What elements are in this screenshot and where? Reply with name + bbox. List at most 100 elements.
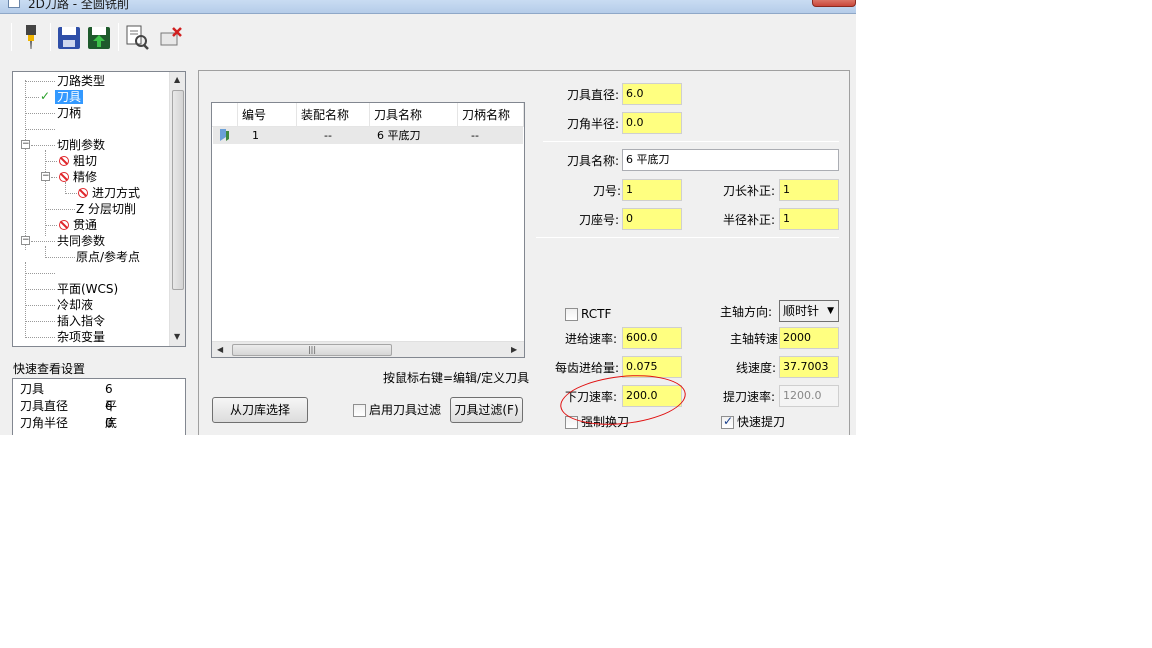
tree-item-holder[interactable]: 刀柄 — [57, 105, 81, 121]
select-from-library-button[interactable]: 从刀库选择 — [212, 397, 308, 423]
tool-name-label: 刀具名称: — [567, 154, 620, 168]
scroll-left-icon[interactable]: ◀ — [217, 345, 223, 354]
feed-rate-field[interactable]: 600.0 — [622, 327, 682, 349]
tree-item-rough[interactable]: 粗切 — [59, 153, 97, 169]
tree-guide-line — [45, 225, 57, 226]
spindle-direction-select[interactable]: 顺时针 ▼ — [779, 300, 839, 322]
scroll-up-icon[interactable]: ▲ — [174, 75, 180, 84]
tool-number-field[interactable]: 1 — [622, 179, 682, 201]
tree-item-insert-command[interactable]: 插入指令 — [57, 313, 105, 329]
tree-guide-line — [25, 81, 55, 82]
diameter-label: 刀具直径: — [567, 88, 620, 102]
tree-item-plane[interactable]: 平面(WCS) — [57, 281, 118, 297]
tree-item-misc-variables[interactable]: 杂项变量 — [57, 329, 105, 345]
tree-item-label: 粗切 — [73, 154, 98, 168]
dialog-window: 2D刀路 - 全圆铣削 刀路类型 ✓ 刀具 刀柄 − 切削参数 粗切 − 精修 … — [0, 0, 856, 435]
spindle-direction-value: 顺时针 — [783, 304, 820, 318]
collapse-toggle[interactable]: − — [21, 140, 30, 149]
surface-speed-field[interactable]: 37.7003 — [779, 356, 839, 378]
quick-view-key: 刀角半径 — [20, 416, 69, 430]
tree-item-label: 贯通 — [73, 218, 98, 232]
tree-guide-line — [51, 177, 57, 178]
feed-rate-label: 进给速率: — [565, 332, 618, 346]
tree-item-origin[interactable]: 原点/参考点 — [76, 249, 140, 265]
tree-guide-line — [25, 321, 55, 322]
tree-guide-line — [31, 241, 55, 242]
radius-offset-field[interactable]: 1 — [779, 208, 839, 230]
tree-guide-line — [25, 97, 39, 98]
tree-guide-line — [25, 289, 55, 290]
tool-filter-button[interactable]: 刀具过滤(F) — [450, 397, 523, 423]
column-header-icon[interactable] — [212, 103, 238, 127]
spindle-speed-field[interactable]: 2000 — [779, 327, 839, 349]
quick-view-key: 刀具直径 — [20, 399, 69, 413]
tree-guide-line — [25, 80, 26, 250]
tree-item-label: 精修 — [73, 170, 98, 184]
scrollbar-thumb[interactable] — [172, 90, 184, 290]
right-click-hint: 按鼠标右键=编辑/定义刀具 — [383, 371, 530, 385]
tool-list[interactable]: 编号 装配名称 刀具名称 刀柄名称 1 -- 6 平底刀 -- ◀ ||| ▶ — [211, 102, 525, 358]
column-header-assembly[interactable]: 装配名称 — [297, 103, 370, 127]
scroll-right-icon[interactable]: ▶ — [511, 345, 517, 354]
tree-item-common-params[interactable]: 共同参数 — [57, 233, 105, 249]
save-icon[interactable] — [56, 23, 82, 51]
column-header-tool-name[interactable]: 刀具名称 — [370, 103, 458, 127]
save-as-icon[interactable] — [86, 23, 112, 51]
retract-rate-label: 提刀速率: — [723, 390, 776, 404]
radius-offset-label: 半径补正: — [723, 213, 776, 227]
enable-filter-checkbox[interactable] — [353, 404, 366, 417]
tree-guide-line — [45, 257, 75, 258]
spindle-speed-label: 主轴转速 — [730, 332, 779, 346]
tree-guide-line — [25, 305, 55, 306]
collapse-toggle[interactable]: − — [21, 236, 30, 245]
tree-item-cut-params[interactable]: 切削参数 — [57, 137, 105, 153]
corner-radius-field[interactable]: 0.0 — [622, 112, 682, 134]
divider — [543, 141, 839, 142]
spindle-direction-label: 主轴方向: — [720, 305, 773, 319]
collapse-toggle[interactable]: − — [41, 172, 50, 181]
window-title: 2D刀路 - 全圆铣削 — [28, 0, 129, 11]
quick-view-value: 6 — [105, 399, 113, 413]
toolbar-separator — [118, 23, 119, 51]
tree-guide-line — [45, 209, 75, 210]
tool-icon[interactable] — [18, 23, 44, 51]
tree-guide-line — [31, 145, 55, 146]
delete-icon[interactable] — [158, 23, 184, 51]
rctf-checkbox[interactable] — [565, 308, 578, 321]
inspect-icon[interactable] — [124, 23, 150, 51]
chevron-down-icon: ▼ — [827, 306, 834, 316]
tree-scrollbar[interactable]: ▲ ▼ — [169, 72, 185, 346]
tree-item-label: 平面(WCS) — [57, 282, 119, 296]
tree-item-tool[interactable]: 刀具 — [55, 89, 84, 105]
disabled-icon — [78, 188, 88, 198]
tree-item-label: 切削参数 — [57, 138, 106, 152]
feed-per-tooth-label: 每齿进给量: — [555, 361, 620, 375]
scrollbar-thumb[interactable]: ||| — [232, 344, 392, 356]
quick-view-key: 刀具 — [20, 382, 45, 396]
app-icon — [8, 0, 20, 8]
checkmark-icon: ✓ — [40, 89, 51, 103]
rapid-retract-checkbox[interactable] — [721, 414, 734, 429]
parameter-tree: 刀路类型 ✓ 刀具 刀柄 − 切削参数 粗切 − 精修 进刀方式 Z 分层切削 … — [12, 71, 186, 347]
table-row[interactable]: 1 -- 6 平底刀 -- — [213, 127, 523, 144]
tree-item-coolant[interactable]: 冷却液 — [57, 297, 93, 313]
retract-rate-field[interactable]: 1200.0 — [779, 385, 839, 407]
list-scrollbar[interactable]: ◀ ||| ▶ — [212, 341, 524, 357]
tree-guide-line — [65, 193, 77, 194]
diameter-field[interactable]: 6.0 — [622, 83, 682, 105]
tree-item-z-depth[interactable]: Z 分层切削 — [76, 201, 136, 217]
tool-list-header: 编号 装配名称 刀具名称 刀柄名称 — [212, 103, 524, 127]
toolbar-separator — [50, 23, 51, 51]
tree-item-break-through[interactable]: 贯通 — [59, 217, 97, 233]
tree-item-lead-in[interactable]: 进刀方式 — [78, 185, 140, 201]
scroll-down-icon[interactable]: ▼ — [174, 332, 180, 341]
tree-item-toolpath-type[interactable]: 刀路类型 — [57, 73, 105, 89]
tool-name-field[interactable]: 6 平底刀 — [622, 149, 839, 171]
column-header-holder[interactable]: 刀柄名称 — [458, 103, 524, 127]
column-header-number[interactable]: 编号 — [238, 103, 297, 127]
holder-number-field[interactable]: 0 — [622, 208, 682, 230]
disabled-icon — [59, 172, 69, 182]
corner-radius-label: 刀角半径: — [567, 117, 620, 131]
close-button[interactable] — [812, 0, 856, 7]
length-offset-field[interactable]: 1 — [779, 179, 839, 201]
